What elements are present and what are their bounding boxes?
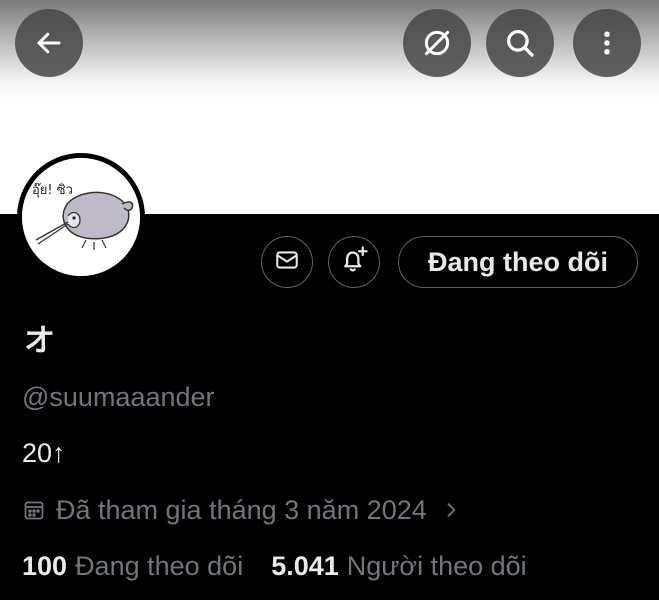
back-button[interactable]	[15, 9, 83, 77]
profile-page: อุ๊ย! ซิว Đang theo dõi オ @suumaaander 2…	[0, 0, 659, 600]
translate-button[interactable]	[403, 9, 471, 77]
notifications-button[interactable]	[328, 236, 380, 288]
search-icon	[503, 26, 537, 60]
follow-stats: 100 Đang theo dõi 5.041 Người theo dõi	[22, 549, 527, 583]
bio: 20↑	[22, 438, 66, 468]
joined-date-text: Đã tham gia tháng 3 năm 2024	[56, 495, 427, 525]
arrow-left-icon	[34, 28, 64, 58]
followers-count: 5.041	[271, 551, 339, 581]
envelope-icon	[274, 247, 300, 278]
more-vertical-icon	[592, 28, 622, 58]
following-label: Đang theo dõi	[75, 551, 244, 581]
handle: @suumaaander	[22, 382, 215, 412]
bell-plus-icon	[339, 245, 369, 280]
following-stat[interactable]: 100 Đang theo dõi	[22, 549, 243, 583]
joined-date-row[interactable]: Đã tham gia tháng 3 năm 2024	[22, 493, 461, 527]
search-button[interactable]	[486, 9, 554, 77]
calendar-icon	[22, 498, 46, 522]
more-options-button[interactable]	[573, 9, 641, 77]
following-button[interactable]: Đang theo dõi	[398, 236, 638, 288]
message-button[interactable]	[261, 236, 313, 288]
followers-stat[interactable]: 5.041 Người theo dõi	[271, 549, 526, 583]
following-count: 100	[22, 551, 68, 581]
avatar-image: อุ๊ย! ซิว	[22, 158, 140, 276]
avatar[interactable]: อุ๊ย! ซิว	[17, 153, 145, 281]
svg-text:อุ๊ย! ซิว: อุ๊ย! ซิว	[32, 183, 73, 198]
chevron-right-icon	[441, 500, 461, 520]
no-translate-icon	[420, 26, 454, 60]
display-name: オ	[24, 323, 55, 358]
followers-label: Người theo dõi	[346, 551, 527, 581]
